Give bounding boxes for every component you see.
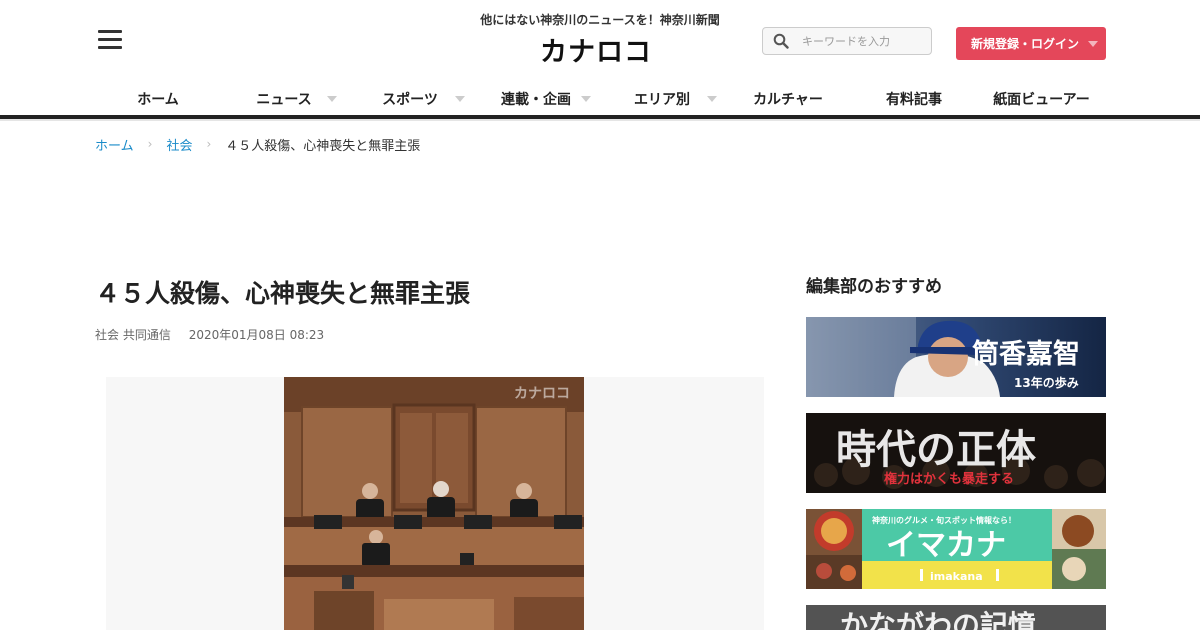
promo-title: 筒香嘉智 <box>972 338 1080 370</box>
search-box[interactable] <box>762 27 932 55</box>
fork-icon <box>920 569 923 581</box>
nav-item-culture[interactable]: カルチャー <box>725 84 851 114</box>
promo-banner-imakana[interactable]: 神奈川のグルメ・旬スポット情報なら！ イマカナ imakana <box>806 509 1106 589</box>
nav-item-sports[interactable]: スポーツ <box>347 84 473 114</box>
nav-item-label: エリア別 <box>634 92 690 108</box>
photo-watermark: カナロコ <box>514 386 570 402</box>
nav-item-news[interactable]: ニュース <box>221 84 347 114</box>
article-photo-frame: カナロコ <box>106 377 764 630</box>
article-datetime: 2020年01月08日 08:23 <box>188 328 325 342</box>
nav-item-label: ホーム <box>137 92 179 108</box>
main-nav: ホーム ニュース スポーツ 連載・企画 エリア別 カルチャー 有料記事 紙面ビュ… <box>95 84 1106 116</box>
register-login-label: 新規登録・ログイン <box>971 37 1080 51</box>
hamburger-menu-icon[interactable] <box>98 30 122 50</box>
site-tagline: 他にはない神奈川のニュースを！神奈川新聞 <box>480 13 720 27</box>
nav-item-area[interactable]: エリア別 <box>599 84 725 114</box>
dropdown-caret-icon <box>455 96 465 102</box>
nav-item-label: カルチャー <box>753 92 823 108</box>
promo-subtitle: imakana <box>930 570 983 583</box>
promo-title: 時代の正体 <box>836 427 1036 473</box>
dropdown-caret-icon <box>581 96 591 102</box>
sidebar-heading: 編集部のおすすめ <box>806 277 942 297</box>
nav-item-label: 有料記事 <box>886 92 942 108</box>
site-header: 他にはない神奈川のニュースを！神奈川新聞 カナロコ 新規登録・ログイン <box>0 0 1200 88</box>
nav-item-label: スポーツ <box>382 92 438 108</box>
site-logo[interactable]: カナロコ <box>540 32 652 68</box>
promo-kicker: 神奈川のグルメ・旬スポット情報なら！ <box>872 515 1016 525</box>
breadcrumb: ホーム › 社会 › ４５人殺傷、心神喪失と無罪主張 <box>95 134 420 154</box>
nav-item-label: 連載・企画 <box>501 92 571 108</box>
article-meta: 社会 共同通信 2020年01月08日 08:23 <box>95 326 324 343</box>
article-category[interactable]: 社会 <box>95 328 119 342</box>
chevron-down-icon <box>1088 41 1098 47</box>
chevron-right-icon: › <box>147 137 153 151</box>
nav-item-viewer[interactable]: 紙面ビューアー <box>977 84 1106 114</box>
chevron-right-icon: › <box>206 137 212 151</box>
nav-item-label: ニュース <box>256 92 312 108</box>
breadcrumb-category[interactable]: 社会 <box>166 135 192 154</box>
promo-subtitle: 13年の歩み <box>1014 375 1079 390</box>
nav-item-home[interactable]: ホーム <box>95 84 221 114</box>
promo-title: イマカナ <box>886 528 1006 563</box>
dropdown-caret-icon <box>327 96 337 102</box>
nav-item-paid[interactable]: 有料記事 <box>851 84 977 114</box>
promo-banner-tsutsugo[interactable]: 筒香嘉智 13年の歩み <box>806 317 1106 397</box>
article-photo[interactable]: カナロコ <box>284 377 584 630</box>
breadcrumb-current: ４５人殺傷、心神喪失と無罪主張 <box>225 138 421 154</box>
register-login-button[interactable]: 新規登録・ログイン <box>956 27 1106 60</box>
breadcrumb-home[interactable]: ホーム <box>95 135 134 154</box>
promo-banner-kioku[interactable]: かながわの記憶 <box>806 605 1106 630</box>
article-source: 共同通信 <box>122 328 171 342</box>
promo-title: かながわの記憶 <box>840 609 1036 630</box>
nav-divider-shadow <box>0 119 1200 121</box>
promo-banner-jidai[interactable]: 時代の正体 権力はかくも暴走する <box>806 413 1106 493</box>
promo-subtitle: 権力はかくも暴走する <box>884 471 1014 487</box>
knife-icon <box>996 569 999 581</box>
nav-item-series[interactable]: 連載・企画 <box>473 84 599 114</box>
search-input[interactable] <box>802 34 922 48</box>
nav-item-label: 紙面ビューアー <box>993 92 1090 108</box>
search-icon <box>773 33 789 49</box>
article-title: ４５人殺傷、心神喪失と無罪主張 <box>95 279 471 308</box>
dropdown-caret-icon <box>707 96 717 102</box>
